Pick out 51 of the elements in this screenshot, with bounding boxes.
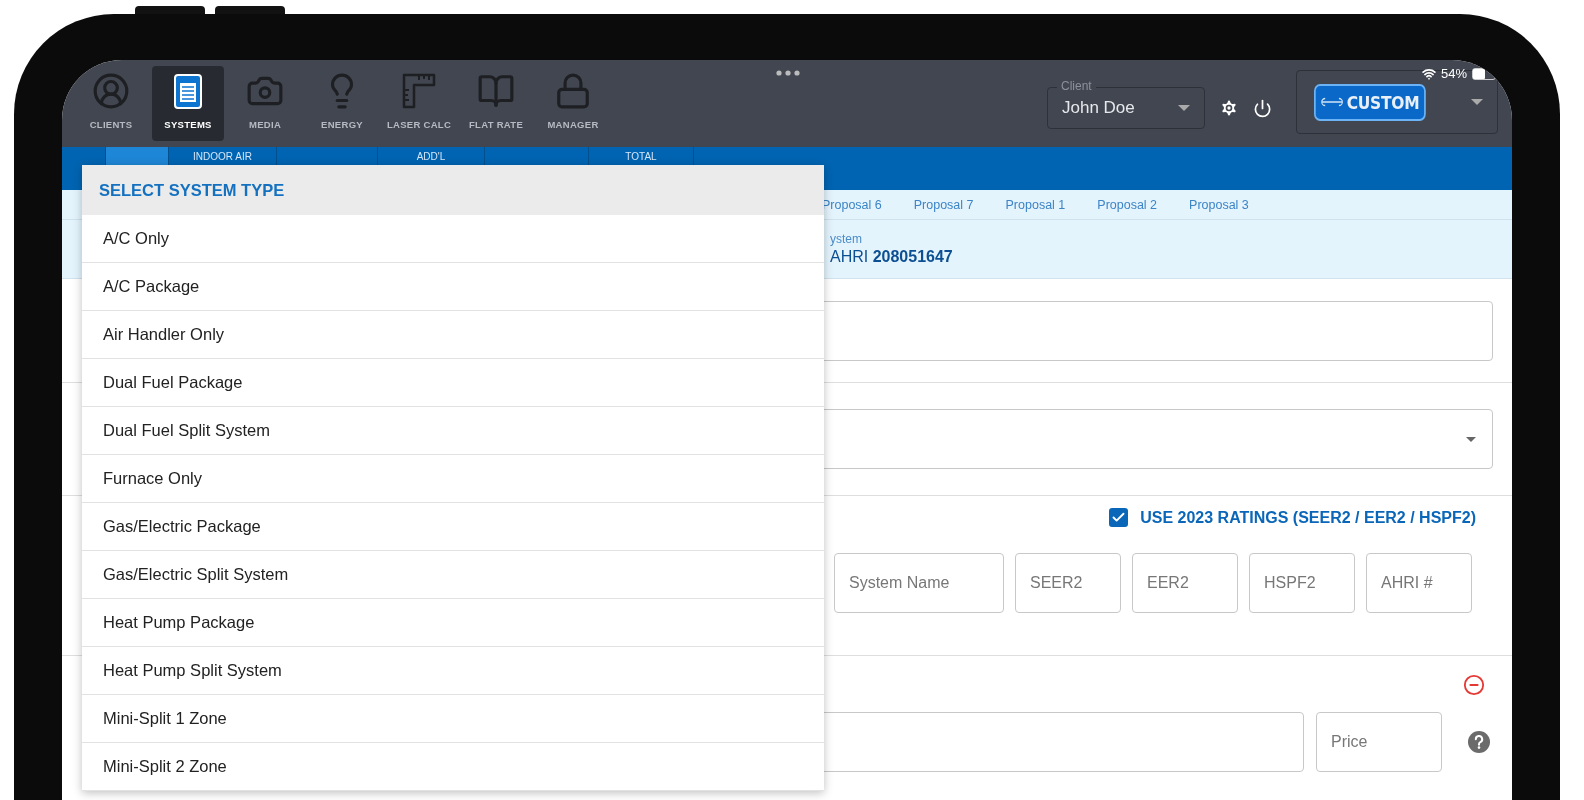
menu-option[interactable]: Heat Pump Split System xyxy=(82,647,824,695)
proposal-tab[interactable]: Proposal 7 xyxy=(913,197,974,212)
caret-icon xyxy=(1471,99,1483,105)
rating-field[interactable]: HSPF2 xyxy=(1249,553,1355,613)
menu-option[interactable]: A/C Only xyxy=(82,215,824,263)
nav-tab[interactable]: ENERGY xyxy=(306,66,378,141)
menu-option[interactable]: Heat Pump Package xyxy=(82,599,824,647)
nav-tab[interactable]: LASER CALC xyxy=(383,66,455,141)
nav-tab[interactable]: MEDIA xyxy=(229,66,301,141)
price-field[interactable]: Price xyxy=(1316,712,1442,772)
rating-field[interactable]: EER2 xyxy=(1132,553,1238,613)
menu-option[interactable]: Gas/Electric Split System xyxy=(82,551,824,599)
nav-tab[interactable]: MANAGER xyxy=(537,66,609,141)
more-icon[interactable] xyxy=(776,70,800,76)
proposal-tab[interactable]: Proposal 3 xyxy=(1189,197,1249,212)
ratings-checkbox[interactable] xyxy=(1109,508,1129,527)
rating-field[interactable]: System Name xyxy=(834,553,1004,613)
menu-option[interactable]: Dual Fuel Split System xyxy=(82,407,824,455)
power-button[interactable] xyxy=(1253,98,1272,118)
nav-tab[interactable]: CLIENTS xyxy=(75,66,147,141)
menu-option[interactable]: A/C Package xyxy=(82,263,824,311)
rating-field[interactable]: SEER2 xyxy=(1015,553,1121,613)
proposal-tab[interactable]: Proposal 1 xyxy=(1005,197,1066,212)
logo-mark-icon xyxy=(1320,97,1344,107)
system-label: ystem xyxy=(830,232,863,246)
book-icon xyxy=(477,72,515,110)
caret-icon xyxy=(1178,105,1190,111)
field-value: John Doe xyxy=(1062,98,1135,118)
proposal-tab[interactable]: Proposal 2 xyxy=(1097,197,1158,212)
ratings-label: USE 2023 RATINGS (SEER2 / EER2 / HSPF2) xyxy=(1140,508,1476,527)
brand-name: CUSTOM xyxy=(1346,91,1420,113)
menu-option[interactable]: Air Handler Only xyxy=(82,311,824,359)
nav-tab[interactable]: SYSTEMS xyxy=(152,66,224,141)
menu-title: SELECT SYSTEM TYPE xyxy=(99,180,285,200)
remove-icon[interactable] xyxy=(1463,674,1485,696)
ahri-number: AHRI 208051647 xyxy=(830,248,954,266)
menu-option[interactable]: Dual Fuel Package xyxy=(82,359,824,407)
wifi-icon xyxy=(1421,66,1436,81)
square-ruler-icon xyxy=(400,72,438,110)
help-icon[interactable] xyxy=(1468,731,1490,753)
menu-option[interactable]: Furnace Only xyxy=(82,455,824,503)
settings-button[interactable] xyxy=(1219,98,1239,118)
nav-tab[interactable]: FLAT RATE xyxy=(460,66,532,141)
menu-option[interactable]: Mini-Split 1 Zone xyxy=(82,695,824,743)
caret-icon xyxy=(1466,436,1476,442)
battery-icon xyxy=(1472,67,1496,80)
lock-icon xyxy=(554,72,592,110)
rating-field[interactable]: AHRI # xyxy=(1366,553,1472,613)
menu-option[interactable]: Mini-Split 2 Zone xyxy=(82,743,824,791)
menu-option[interactable]: Gas/Electric Package xyxy=(82,503,824,551)
person-icon xyxy=(92,72,130,110)
